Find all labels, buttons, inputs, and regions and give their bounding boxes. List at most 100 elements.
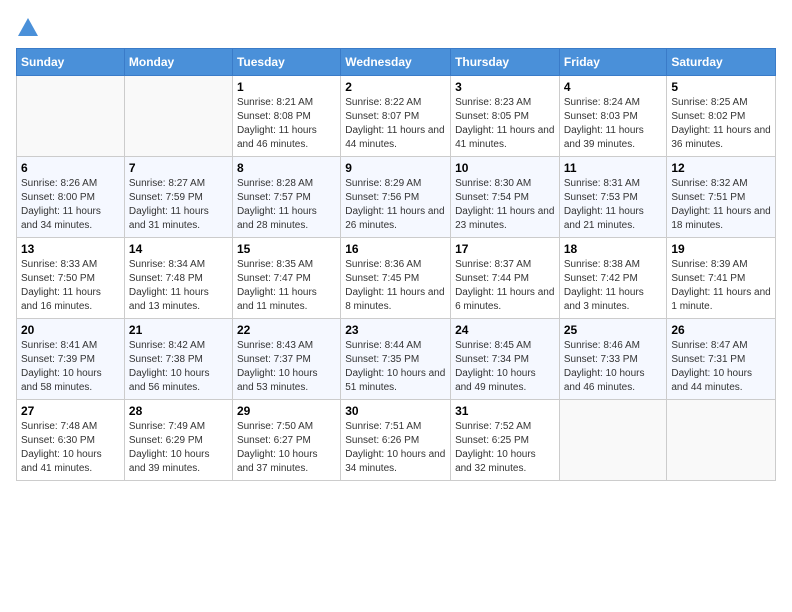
calendar-cell: 8 Sunrise: 8:28 AM Sunset: 7:57 PM Daylig… xyxy=(232,157,340,238)
day-info: Sunrise: 8:34 AM Sunset: 7:48 PM Dayligh… xyxy=(129,258,228,314)
day-info: Sunrise: 8:38 AM Sunset: 7:42 PM Dayligh… xyxy=(564,258,663,314)
day-number: 27 xyxy=(21,404,120,418)
day-info: Sunrise: 8:22 AM Sunset: 8:07 PM Dayligh… xyxy=(345,96,446,152)
calendar-cell: 26 Sunrise: 8:47 AM Sunset: 7:31 PM Dayli… xyxy=(667,319,776,400)
calendar-cell xyxy=(124,76,232,157)
day-number: 22 xyxy=(237,323,336,337)
day-info: Sunrise: 8:39 AM Sunset: 7:41 PM Dayligh… xyxy=(671,258,771,314)
day-info: Sunrise: 8:31 AM Sunset: 7:53 PM Dayligh… xyxy=(564,177,663,233)
day-number: 29 xyxy=(237,404,336,418)
day-number: 12 xyxy=(671,161,771,175)
calendar-cell: 3 Sunrise: 8:23 AM Sunset: 8:05 PM Daylig… xyxy=(451,76,560,157)
calendar-cell: 14 Sunrise: 8:34 AM Sunset: 7:48 PM Dayli… xyxy=(124,238,232,319)
calendar-week-row: 27 Sunrise: 7:48 AM Sunset: 6:30 PM Dayli… xyxy=(17,400,776,481)
day-number: 15 xyxy=(237,242,336,256)
calendar-cell: 30 Sunrise: 7:51 AM Sunset: 6:26 PM Dayli… xyxy=(341,400,451,481)
day-info: Sunrise: 8:26 AM Sunset: 8:00 PM Dayligh… xyxy=(21,177,120,233)
day-info: Sunrise: 8:43 AM Sunset: 7:37 PM Dayligh… xyxy=(237,339,336,395)
day-info: Sunrise: 8:32 AM Sunset: 7:51 PM Dayligh… xyxy=(671,177,771,233)
day-info: Sunrise: 8:42 AM Sunset: 7:38 PM Dayligh… xyxy=(129,339,228,395)
day-number: 21 xyxy=(129,323,228,337)
calendar-cell xyxy=(17,76,125,157)
day-number: 10 xyxy=(455,161,555,175)
col-header-friday: Friday xyxy=(559,49,667,76)
day-number: 25 xyxy=(564,323,663,337)
calendar-cell: 6 Sunrise: 8:26 AM Sunset: 8:00 PM Daylig… xyxy=(17,157,125,238)
day-number: 13 xyxy=(21,242,120,256)
day-number: 4 xyxy=(564,80,663,94)
calendar-cell: 23 Sunrise: 8:44 AM Sunset: 7:35 PM Dayli… xyxy=(341,319,451,400)
day-number: 24 xyxy=(455,323,555,337)
calendar-cell: 13Sunrise: 8:33 AM Sunset: 7:50 PM Dayli… xyxy=(17,238,125,319)
calendar-cell: 22 Sunrise: 8:43 AM Sunset: 7:37 PM Dayli… xyxy=(232,319,340,400)
day-number: 20 xyxy=(21,323,120,337)
day-info: Sunrise: 8:35 AM Sunset: 7:47 PM Dayligh… xyxy=(237,258,336,314)
col-header-tuesday: Tuesday xyxy=(232,49,340,76)
day-info: Sunrise: 7:52 AM Sunset: 6:25 PM Dayligh… xyxy=(455,420,555,476)
calendar-week-row: 1 Sunrise: 8:21 AM Sunset: 8:08 PM Daylig… xyxy=(17,76,776,157)
day-number: 6 xyxy=(21,161,120,175)
day-info: Sunrise: 7:48 AM Sunset: 6:30 PM Dayligh… xyxy=(21,420,120,476)
calendar-cell: 29 Sunrise: 7:50 AM Sunset: 6:27 PM Dayli… xyxy=(232,400,340,481)
day-info: Sunrise: 8:23 AM Sunset: 8:05 PM Dayligh… xyxy=(455,96,555,152)
day-number: 19 xyxy=(671,242,771,256)
day-info: Sunrise: 8:44 AM Sunset: 7:35 PM Dayligh… xyxy=(345,339,446,395)
calendar-cell xyxy=(667,400,776,481)
calendar-cell: 17 Sunrise: 8:37 AM Sunset: 7:44 PM Dayli… xyxy=(451,238,560,319)
day-number: 14 xyxy=(129,242,228,256)
day-number: 5 xyxy=(671,80,771,94)
day-info: Sunrise: 8:29 AM Sunset: 7:56 PM Dayligh… xyxy=(345,177,446,233)
day-info: Sunrise: 8:30 AM Sunset: 7:54 PM Dayligh… xyxy=(455,177,555,233)
calendar-cell: 1 Sunrise: 8:21 AM Sunset: 8:08 PM Daylig… xyxy=(232,76,340,157)
calendar-cell: 18 Sunrise: 8:38 AM Sunset: 7:42 PM Dayli… xyxy=(559,238,667,319)
day-number: 30 xyxy=(345,404,446,418)
day-number: 18 xyxy=(564,242,663,256)
day-info: Sunrise: 8:28 AM Sunset: 7:57 PM Dayligh… xyxy=(237,177,336,233)
day-info: Sunrise: 8:41 AM Sunset: 7:39 PM Dayligh… xyxy=(21,339,120,395)
day-info: Sunrise: 8:47 AM Sunset: 7:31 PM Dayligh… xyxy=(671,339,771,395)
logo-icon xyxy=(16,16,40,40)
calendar-table: SundayMondayTuesdayWednesdayThursdayFrid… xyxy=(16,48,776,481)
col-header-monday: Monday xyxy=(124,49,232,76)
day-number: 1 xyxy=(237,80,336,94)
day-number: 2 xyxy=(345,80,446,94)
calendar-cell: 15 Sunrise: 8:35 AM Sunset: 7:47 PM Dayli… xyxy=(232,238,340,319)
logo xyxy=(16,16,44,40)
calendar-cell: 19 Sunrise: 8:39 AM Sunset: 7:41 PM Dayli… xyxy=(667,238,776,319)
day-info: Sunrise: 8:45 AM Sunset: 7:34 PM Dayligh… xyxy=(455,339,555,395)
calendar-cell: 9 Sunrise: 8:29 AM Sunset: 7:56 PM Daylig… xyxy=(341,157,451,238)
day-info: Sunrise: 7:50 AM Sunset: 6:27 PM Dayligh… xyxy=(237,420,336,476)
col-header-sunday: Sunday xyxy=(17,49,125,76)
day-info: Sunrise: 8:46 AM Sunset: 7:33 PM Dayligh… xyxy=(564,339,663,395)
day-number: 3 xyxy=(455,80,555,94)
col-header-wednesday: Wednesday xyxy=(341,49,451,76)
calendar-cell: 16 Sunrise: 8:36 AM Sunset: 7:45 PM Dayli… xyxy=(341,238,451,319)
day-info: Sunrise: 8:24 AM Sunset: 8:03 PM Dayligh… xyxy=(564,96,663,152)
day-info: Sunrise: 8:37 AM Sunset: 7:44 PM Dayligh… xyxy=(455,258,555,314)
day-number: 16 xyxy=(345,242,446,256)
day-number: 17 xyxy=(455,242,555,256)
col-header-saturday: Saturday xyxy=(667,49,776,76)
calendar-cell: 7Sunrise: 8:27 AM Sunset: 7:59 PM Daylig… xyxy=(124,157,232,238)
day-number: 7 xyxy=(129,161,228,175)
day-info: Sunrise: 7:49 AM Sunset: 6:29 PM Dayligh… xyxy=(129,420,228,476)
day-info: Sunrise: 7:51 AM Sunset: 6:26 PM Dayligh… xyxy=(345,420,446,476)
day-number: 26 xyxy=(671,323,771,337)
day-number: 8 xyxy=(237,161,336,175)
calendar-cell: 4 Sunrise: 8:24 AM Sunset: 8:03 PM Daylig… xyxy=(559,76,667,157)
day-info: Sunrise: 8:25 AM Sunset: 8:02 PM Dayligh… xyxy=(671,96,771,152)
day-number: 11 xyxy=(564,161,663,175)
calendar-cell: 27 Sunrise: 7:48 AM Sunset: 6:30 PM Dayli… xyxy=(17,400,125,481)
day-number: 9 xyxy=(345,161,446,175)
day-info: Sunrise: 8:36 AM Sunset: 7:45 PM Dayligh… xyxy=(345,258,446,314)
calendar-header-row: SundayMondayTuesdayWednesdayThursdayFrid… xyxy=(17,49,776,76)
calendar-cell xyxy=(559,400,667,481)
day-number: 23 xyxy=(345,323,446,337)
calendar-cell: 21 Sunrise: 8:42 AM Sunset: 7:38 PM Dayli… xyxy=(124,319,232,400)
calendar-cell: 5 Sunrise: 8:25 AM Sunset: 8:02 PM Daylig… xyxy=(667,76,776,157)
day-info: Sunrise: 8:21 AM Sunset: 8:08 PM Dayligh… xyxy=(237,96,336,152)
calendar-cell: 12 Sunrise: 8:32 AM Sunset: 7:51 PM Dayli… xyxy=(667,157,776,238)
col-header-thursday: Thursday xyxy=(451,49,560,76)
page-header xyxy=(16,16,776,40)
calendar-cell: 31Sunrise: 7:52 AM Sunset: 6:25 PM Dayli… xyxy=(451,400,560,481)
